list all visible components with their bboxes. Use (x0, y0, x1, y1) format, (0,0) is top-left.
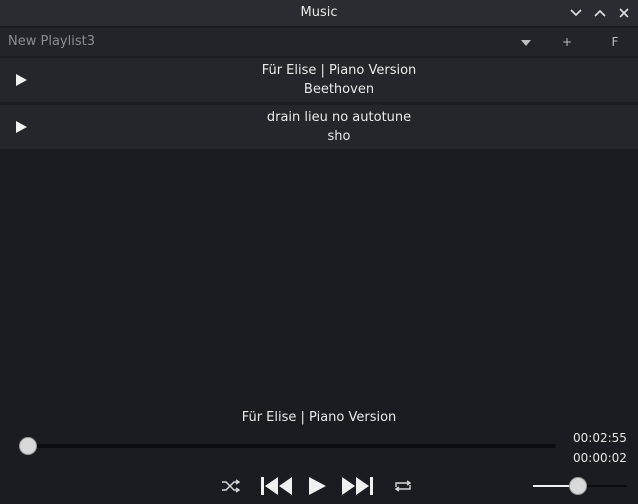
track-name: drain lieu no autotune (266, 110, 412, 125)
track-play-icon[interactable] (14, 120, 28, 134)
playlist-toolbar: New Playlist3 + F (0, 28, 638, 56)
next-icon (342, 477, 373, 495)
track-artist: Beethoven (303, 82, 375, 97)
elapsed-label: 00:00:02 (573, 451, 627, 465)
close-button[interactable] (616, 5, 632, 21)
add-playlist-button[interactable]: + (560, 28, 574, 56)
play-icon (309, 477, 326, 495)
f-button[interactable]: F (608, 28, 622, 56)
track-name: Für Elise | Piano Version (261, 63, 417, 78)
shuffle-button[interactable] (220, 476, 242, 496)
volume-fill[interactable] (533, 485, 573, 487)
minimize-button[interactable] (568, 5, 584, 21)
repeat-icon (394, 480, 412, 492)
now-playing-title: Für Elise | Piano Version (241, 410, 397, 425)
track-row[interactable]: Für Elise | Piano Version Beethoven (0, 58, 638, 102)
seek-handle[interactable] (19, 437, 37, 455)
minimize-icon (570, 9, 582, 17)
maximize-button[interactable] (592, 5, 608, 21)
volume-track[interactable] (582, 485, 627, 487)
duration-label: 00:02:55 (573, 431, 627, 445)
dropdown-arrow-icon (521, 40, 531, 46)
seek-bar[interactable] (28, 444, 556, 448)
title-bar: Music (0, 0, 638, 26)
playlist-name[interactable]: New Playlist3 (8, 28, 95, 56)
window-title: Music (300, 5, 338, 20)
track-artist: sho (327, 129, 351, 144)
previous-icon (261, 477, 292, 495)
playlist-dropdown-button[interactable] (518, 28, 534, 56)
previous-button[interactable] (260, 474, 294, 498)
repeat-button[interactable] (392, 476, 414, 496)
close-icon (619, 8, 629, 18)
volume-handle[interactable] (569, 477, 587, 495)
maximize-icon (594, 9, 606, 17)
track-play-icon[interactable] (14, 73, 28, 87)
next-button[interactable] (340, 474, 374, 498)
shuffle-icon (222, 479, 241, 493)
track-row[interactable]: drain lieu no autotune sho (0, 105, 638, 149)
play-button[interactable] (305, 474, 329, 498)
